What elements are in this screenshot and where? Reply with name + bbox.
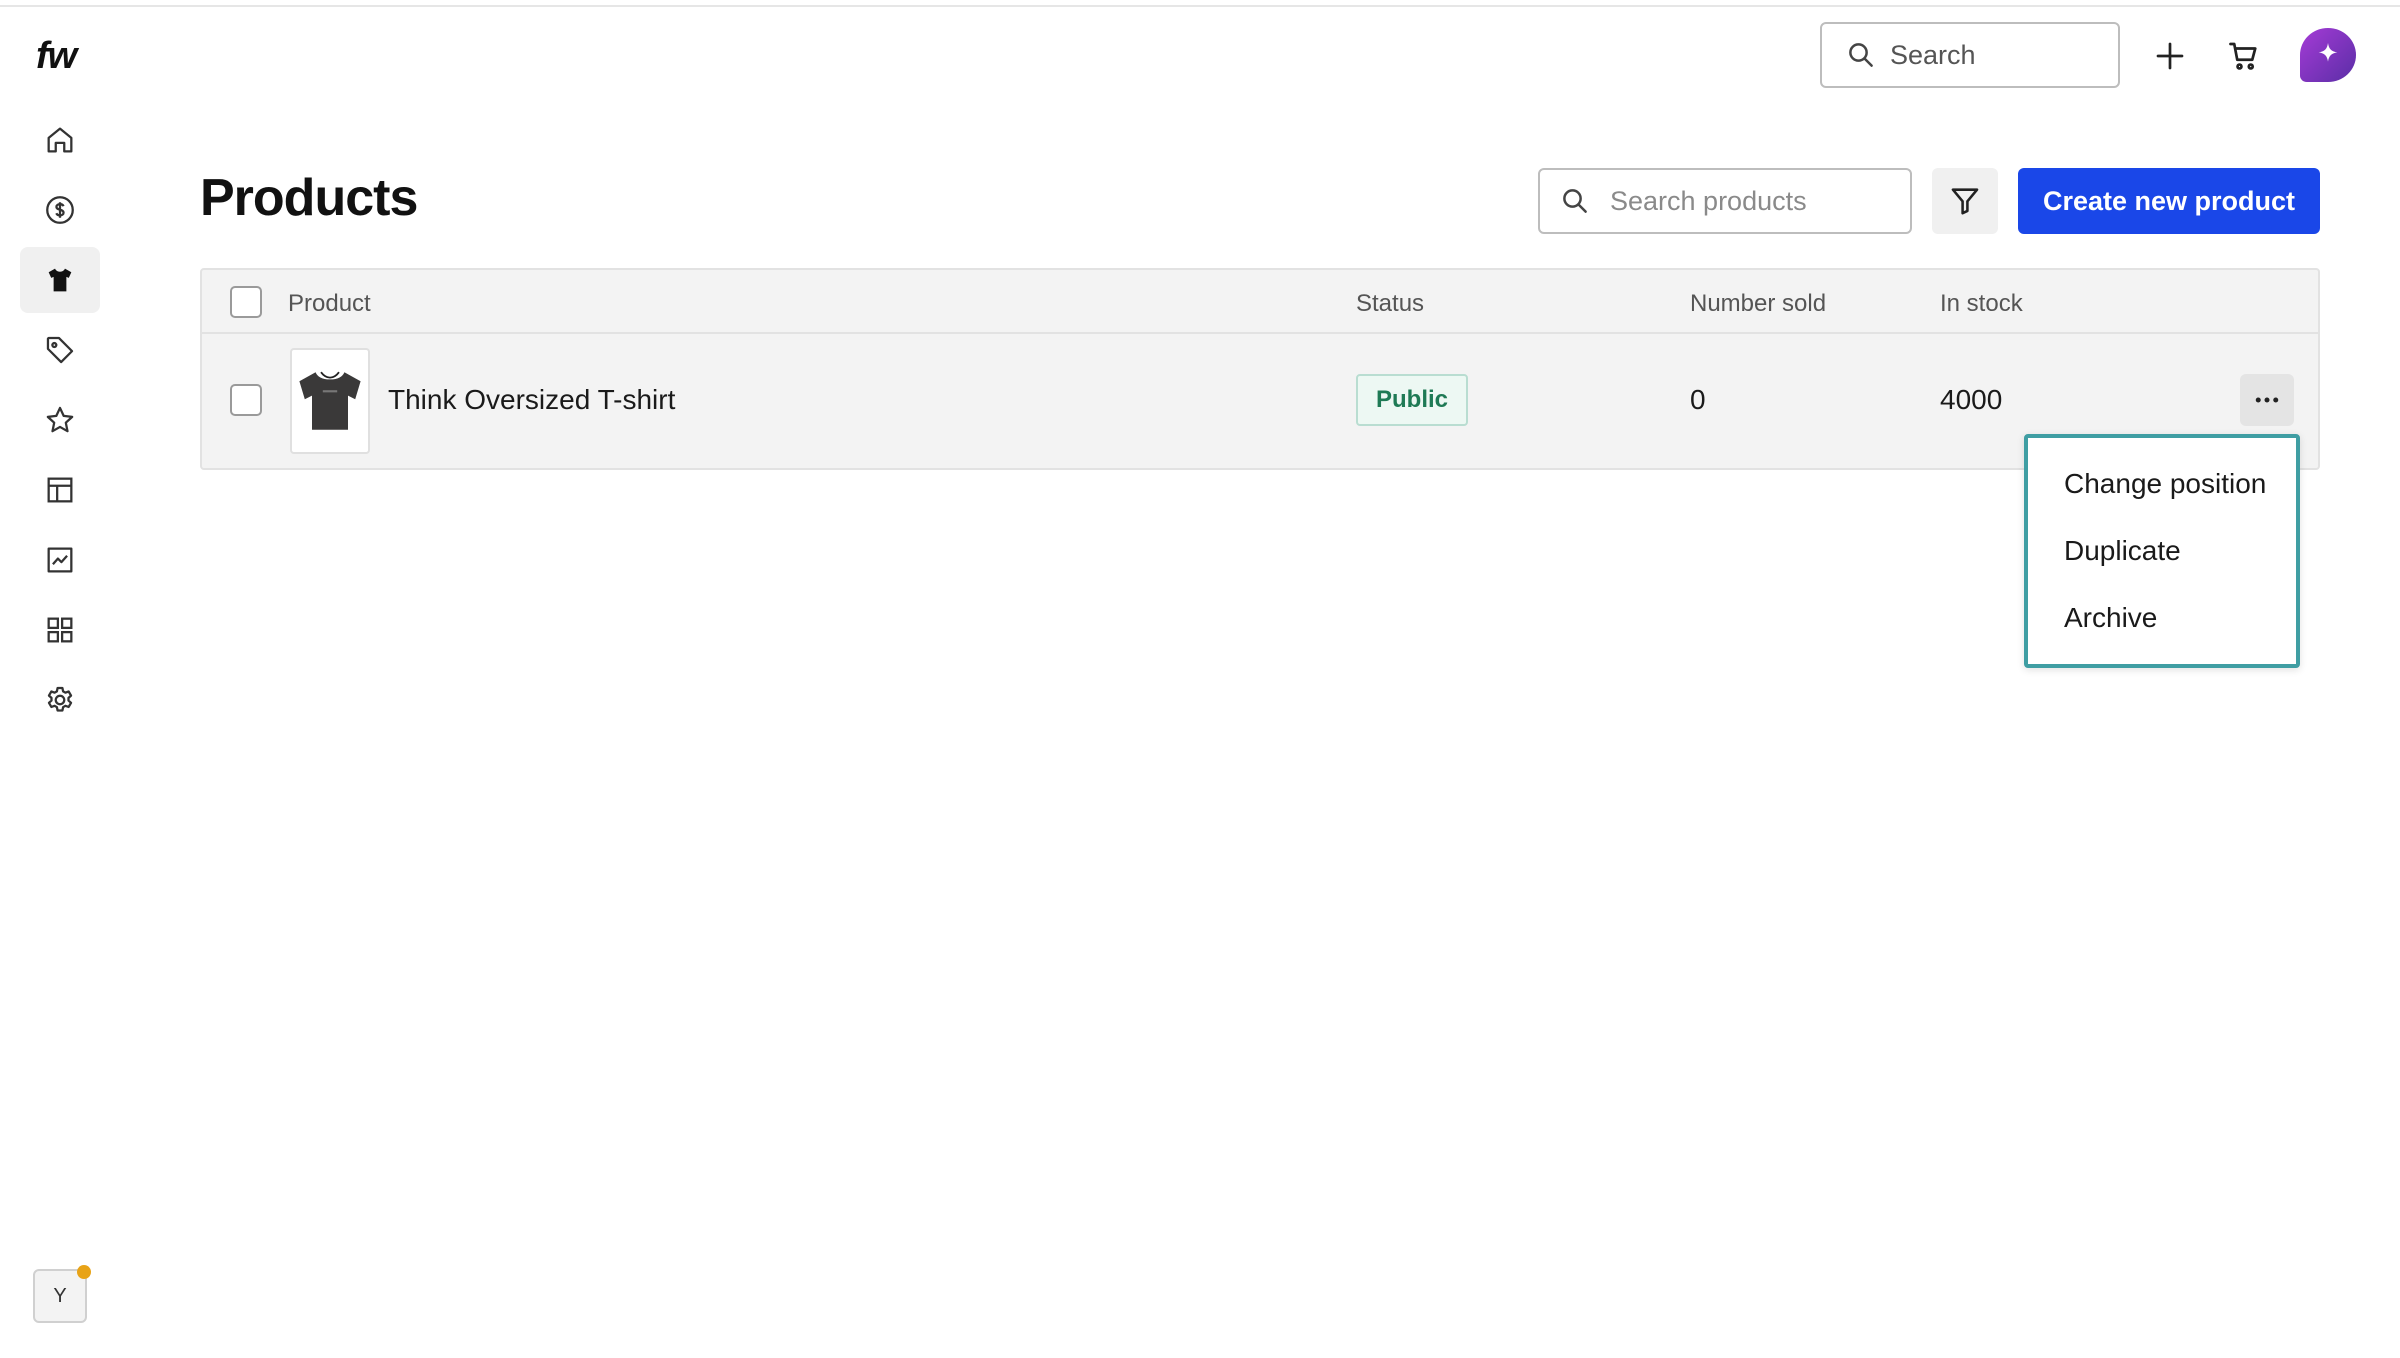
star-icon [46, 406, 74, 433]
global-search-input[interactable] [1890, 39, 2090, 71]
tshirt-image [299, 371, 361, 430]
top-border [0, 0, 2400, 7]
notification-dot [77, 1265, 91, 1279]
search-icon [1563, 189, 1587, 213]
create-new-product-button[interactable]: Create new product [2018, 168, 2320, 234]
apps-grid-icon [47, 617, 73, 643]
row-checkbox[interactable] [230, 384, 262, 416]
product-thumbnail [290, 348, 370, 454]
number-sold-value: 0 [1690, 384, 1706, 415]
menu-item-duplicate[interactable]: Duplicate [2064, 535, 2181, 567]
sidebar-item-products[interactable] [20, 247, 100, 313]
sidebar-item-analytics[interactable] [20, 527, 100, 593]
ai-assistant-button[interactable] [2300, 28, 2356, 82]
column-header-in-stock[interactable]: In stock [1940, 290, 2023, 318]
home-icon [47, 127, 73, 153]
products-table: Product Status Number sold In stock Thin… [200, 268, 2320, 470]
table-header: Product Status Number sold In stock [202, 270, 2318, 334]
filter-button[interactable] [1932, 168, 1998, 234]
filter-icon [1951, 188, 1979, 215]
tag-icon [46, 336, 74, 364]
product-name[interactable]: Think Oversized T-shirt [388, 384, 675, 416]
dollar-circle-icon [46, 196, 74, 224]
row-actions-button[interactable] [2240, 374, 2294, 426]
plus-icon [2156, 42, 2184, 70]
select-all-checkbox[interactable] [230, 286, 262, 318]
column-header-status[interactable]: Status [1356, 290, 1424, 318]
sidebar-item-home[interactable] [20, 107, 100, 173]
sidebar-item-settings[interactable] [20, 667, 100, 733]
sparkle-icon [2318, 43, 2338, 62]
column-header-product[interactable]: Product [288, 290, 371, 318]
row-actions-menu: Change position Duplicate Archive [2024, 434, 2300, 668]
search-icon [1849, 43, 1873, 67]
chart-line-icon [47, 547, 73, 573]
app-logo[interactable]: fw [36, 35, 77, 78]
sidebar: fw Y [0, 7, 120, 1358]
more-horizontal-icon [2255, 397, 2279, 403]
in-stock-value: 4000 [1940, 384, 2003, 415]
product-search-box[interactable] [1538, 168, 1912, 234]
menu-item-archive[interactable]: Archive [2064, 602, 2157, 634]
sidebar-item-payments[interactable] [20, 177, 100, 243]
menu-item-change-position[interactable]: Change position [2064, 468, 2266, 500]
add-button[interactable] [2142, 28, 2198, 84]
product-search-input[interactable] [1610, 185, 1900, 217]
gear-icon [47, 686, 73, 712]
column-header-number-sold[interactable]: Number sold [1690, 290, 1826, 318]
sidebar-item-apps[interactable] [20, 597, 100, 663]
sidebar-item-discounts[interactable] [20, 317, 100, 383]
user-initial: Y [53, 1284, 67, 1307]
cart-icon [2229, 42, 2257, 70]
status-badge: Public [1356, 374, 1469, 426]
global-search-box[interactable] [1820, 22, 2120, 88]
sidebar-item-reviews[interactable] [20, 387, 100, 453]
sidebar-item-layout[interactable] [20, 457, 100, 523]
cart-button[interactable] [2216, 28, 2272, 84]
table-row[interactable]: Think Oversized T-shirt Public 0 4000 [202, 334, 2318, 470]
table-layout-icon [47, 477, 73, 503]
user-avatar[interactable]: Y [33, 1265, 91, 1323]
page-title: Products [200, 169, 418, 227]
tshirt-icon [48, 268, 72, 292]
